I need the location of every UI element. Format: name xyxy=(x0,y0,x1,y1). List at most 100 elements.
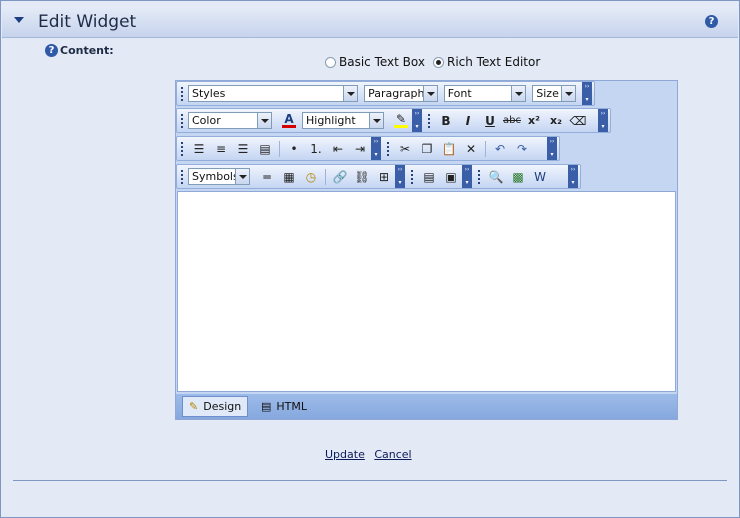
html-icon: ▤ xyxy=(261,400,272,413)
form-actions: Update Cancel xyxy=(325,448,418,461)
strikethrough-icon[interactable]: abc xyxy=(501,111,523,131)
size-dropdown[interactable]: Size xyxy=(532,85,577,102)
chevron-down-icon xyxy=(369,113,383,128)
justify-icon[interactable]: ▤ xyxy=(254,139,276,159)
cut-icon[interactable]: ✂ xyxy=(394,139,416,159)
toolbar-options-icon[interactable]: ›› ▾ xyxy=(568,165,578,188)
paste-icon[interactable]: 📋 xyxy=(438,139,460,159)
toolbar-options-icon[interactable]: ›› ▾ xyxy=(582,82,592,105)
toolbar-grip[interactable] xyxy=(478,169,481,184)
font-value: Font xyxy=(447,87,472,100)
collapse-arrow-icon[interactable] xyxy=(14,17,24,23)
subscript-icon[interactable]: x₂ xyxy=(545,111,567,131)
tab-label: Design xyxy=(203,400,242,413)
cell-properties-icon[interactable]: ▣ xyxy=(440,167,462,187)
toolbar-grip[interactable] xyxy=(181,86,184,101)
underline-icon[interactable]: U xyxy=(479,111,501,131)
toolbar-options-icon[interactable]: ›› ▾ xyxy=(462,165,472,188)
help-icon[interactable]: ? xyxy=(705,15,718,28)
highlight-value: Highlight xyxy=(306,114,356,127)
numbered-list-icon[interactable]: 1. xyxy=(305,139,327,159)
tab-label: HTML xyxy=(276,400,308,413)
size-value: Size xyxy=(536,87,559,100)
rich-text-editor-radio[interactable]: Rich Text Editor xyxy=(432,55,541,69)
font-dropdown[interactable]: Font xyxy=(443,85,527,102)
paragraph-toolbar: ☰ ≡ ☰ ▤ • 1. ⇤ ⇥ ›› ▾ ✂ ❐ 📋 ✕ ↶ ↷ ›› ▾ xyxy=(176,136,560,161)
highlight-dropdown[interactable]: Highlight xyxy=(302,112,384,129)
preview-icon[interactable]: 🔍 xyxy=(485,167,507,187)
toolbar-options-icon[interactable]: ›› ▾ xyxy=(412,109,422,132)
superscript-icon[interactable]: x² xyxy=(523,111,545,131)
toolbar-grip[interactable] xyxy=(181,141,184,156)
edit-widget-panel: Edit Widget ? ? Content: Basic Text Box … xyxy=(0,0,740,518)
content-label-text: Content: xyxy=(60,44,114,57)
toolbar-grip[interactable] xyxy=(387,141,390,156)
tab-design[interactable]: ✎ Design xyxy=(182,396,249,417)
toolbar-options-icon[interactable]: ›› ▾ xyxy=(371,137,381,160)
toolbar-options-icon[interactable]: ›› ▾ xyxy=(395,165,405,188)
paragraph-dropdown[interactable]: Paragraph xyxy=(364,85,438,102)
link-icon[interactable]: 🔗 xyxy=(329,167,351,187)
toolbar-options-icon[interactable]: ›› ▾ xyxy=(547,137,557,160)
table-properties-icon[interactable]: ⊞ xyxy=(373,167,395,187)
radio-button[interactable] xyxy=(325,56,336,68)
indent-icon[interactable]: ⇥ xyxy=(349,139,371,159)
copy-icon[interactable]: ❐ xyxy=(416,139,438,159)
select-all-icon[interactable]: ▩ xyxy=(507,167,529,187)
toolbar-options-icon[interactable]: ›› ▾ xyxy=(598,109,608,132)
toolbar-grip[interactable] xyxy=(428,113,431,128)
highlight-icon[interactable]: ✎ xyxy=(390,111,412,131)
font-color-icon[interactable]: A xyxy=(278,111,300,131)
content-help-icon[interactable]: ? xyxy=(45,44,58,57)
color-style-toolbar: Color A Highlight ✎ ›› ▾ B I U abc x² x₂ … xyxy=(176,108,611,133)
align-right-icon[interactable]: ☰ xyxy=(232,139,254,159)
chevron-down-icon xyxy=(511,86,526,101)
color-dropdown[interactable]: Color xyxy=(188,112,272,129)
delete-icon[interactable]: ✕ xyxy=(460,139,482,159)
panel-header: Edit Widget ? xyxy=(2,6,738,38)
chevron-down-icon xyxy=(422,86,437,101)
bold-icon[interactable]: B xyxy=(435,111,457,131)
italic-icon[interactable]: I xyxy=(457,111,479,131)
align-center-icon[interactable]: ≡ xyxy=(210,139,232,159)
toolbar-grip[interactable] xyxy=(181,169,184,184)
insert-table-icon[interactable]: ▤ xyxy=(418,167,440,187)
content-edit-area[interactable] xyxy=(177,191,676,392)
design-icon: ✎ xyxy=(189,400,199,413)
date-time-icon[interactable]: ◷ xyxy=(300,167,322,187)
tab-html[interactable]: ▤ HTML xyxy=(254,396,314,417)
paragraph-value: Paragraph xyxy=(368,87,425,100)
eraser-icon[interactable]: ⌫ xyxy=(567,111,589,131)
content-label: ? Content: xyxy=(45,44,114,57)
undo-icon[interactable]: ↶ xyxy=(489,139,511,159)
radio-label: Rich Text Editor xyxy=(446,55,541,69)
bullet-list-icon[interactable]: • xyxy=(283,139,305,159)
color-value: Color xyxy=(192,114,221,127)
basic-text-box-radio[interactable]: Basic Text Box xyxy=(325,55,425,69)
word-clean-icon[interactable]: W xyxy=(529,167,551,187)
toolbar-separator xyxy=(325,168,326,185)
toolbar-grip[interactable] xyxy=(181,113,184,128)
styles-value: Styles xyxy=(192,87,226,100)
chevron-down-icon xyxy=(257,113,271,128)
panel-title: Edit Widget xyxy=(38,12,137,32)
outdent-icon[interactable]: ⇤ xyxy=(327,139,349,159)
rich-text-editor: Styles Paragraph Font Size ›› ▾ Color A H… xyxy=(175,80,678,420)
editor-type-radio-group: Basic Text Box Rich Text Editor xyxy=(325,55,548,69)
chevron-down-icon xyxy=(343,86,358,101)
radio-button-checked[interactable] xyxy=(432,56,444,68)
horizontal-rule-icon[interactable]: ═ xyxy=(256,167,278,187)
update-link[interactable]: Update xyxy=(325,448,365,461)
cancel-link[interactable]: Cancel xyxy=(374,448,411,461)
toolbar-grip[interactable] xyxy=(411,169,414,184)
unlink-icon[interactable]: ⛓ xyxy=(351,167,373,187)
formatting-toolbar: Styles Paragraph Font Size ›› ▾ xyxy=(176,81,595,106)
table-icon[interactable]: ▦ xyxy=(278,167,300,187)
footer-divider xyxy=(13,480,727,481)
redo-icon[interactable]: ↷ xyxy=(511,139,533,159)
styles-dropdown[interactable]: Styles xyxy=(188,85,359,102)
align-left-icon[interactable]: ☰ xyxy=(188,139,210,159)
editor-mode-bar: ✎ Design ▤ HTML xyxy=(176,394,677,419)
insert-toolbar: Symbols ═ ▦ ◷ 🔗 ⛓ ⊞ ›› ▾ ▤ ▣ ›› ▾ 🔍 ▩ W ››… xyxy=(176,164,581,189)
symbols-dropdown[interactable]: Symbols xyxy=(188,168,250,185)
